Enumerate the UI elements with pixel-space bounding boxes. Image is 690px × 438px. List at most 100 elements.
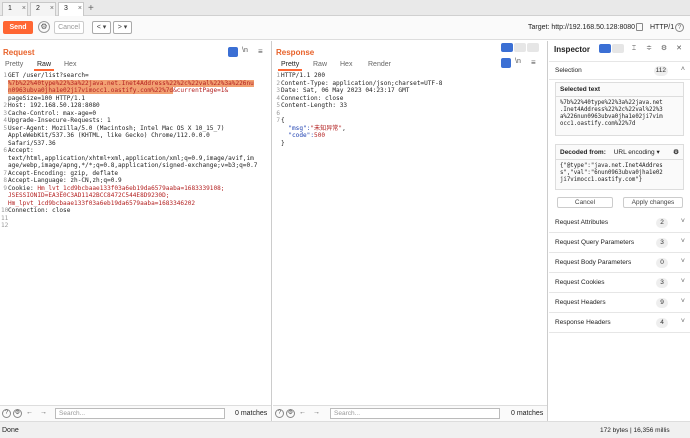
tab-hex[interactable]: Hex <box>61 60 79 71</box>
code-line[interactable]: Content-Type: application/json;charset=U… <box>281 80 442 88</box>
cancel-button[interactable]: Cancel <box>557 197 613 208</box>
target-label[interactable]: Target: http://192.168.50.128:8080 <box>528 24 635 31</box>
code-line[interactable]: age/webp,image/apng,*/*;q=0.8,applicatio… <box>8 162 257 170</box>
selected-text[interactable]: %7b%22%40type%22%3a%22java.net .Inet4Add… <box>556 97 683 131</box>
line-number: 5 <box>276 102 280 109</box>
code-line[interactable]: Connection: close <box>281 95 343 103</box>
close-icon[interactable]: ✕ <box>674 44 684 53</box>
code-line[interactable]: Accept-Language: zh-CN,zh;q=0.9 <box>8 177 122 185</box>
tab-raw[interactable]: Raw <box>34 60 55 71</box>
code-segment: Cache-Control: max-age=0 <box>8 109 97 117</box>
code-segment: Accept-Language: zh-CN,zh;q=0.9 <box>8 177 122 184</box>
code-line[interactable]: User-Agent: Mozilla/5.0 (Macintosh; Inte… <box>8 125 224 133</box>
arrow-left-icon[interactable]: ← <box>26 409 33 416</box>
code-line[interactable]: GET /user/list?search= <box>8 72 89 80</box>
code-line[interactable]: pageSize=100 HTTP/1.1 <box>8 95 85 103</box>
code-line[interactable]: } <box>281 140 285 148</box>
tab-pretty[interactable]: Pretty <box>2 60 26 71</box>
code-line[interactable]: Connection: close <box>8 207 70 215</box>
code-line[interactable]: Host: 192.168.50.128:8080 <box>8 102 100 110</box>
sort-icon[interactable]: ≑ <box>644 44 654 53</box>
chevron-down-icon[interactable]: ˅ <box>681 218 685 225</box>
close-icon[interactable]: × <box>50 5 54 12</box>
selection-row[interactable]: Selection 112 ˄ <box>549 61 690 80</box>
inspector-layout-toggle[interactable] <box>599 44 625 55</box>
code-line[interactable]: Cache-Control: max-age=0 <box>8 110 96 118</box>
inspector-section[interactable]: Request Cookies 3 ˅ <box>549 274 690 293</box>
tab-hex[interactable]: Hex <box>337 60 355 71</box>
inspector-section[interactable]: Request Headers 9 ˅ <box>549 294 690 313</box>
edit-icon[interactable] <box>636 23 643 31</box>
help-icon[interactable]: ? <box>675 23 684 32</box>
chevron-down-icon[interactable]: ˅ <box>681 298 685 305</box>
back-button[interactable]: < ▾ <box>92 21 111 34</box>
arrow-right-icon[interactable]: → <box>313 409 320 416</box>
code-line[interactable]: Hm_lpvt_1cd9bcbaae133f03a6eb19da6579aaba… <box>8 200 195 208</box>
toolbar: Send ⚙ Cancel < ▾ > ▾ Target: http://192… <box>0 16 690 40</box>
chevron-up-icon[interactable]: ˄ <box>681 66 685 73</box>
code-line[interactable]: Accept-Encoding: gzip, deflate <box>8 170 118 178</box>
cancel-button[interactable]: Cancel <box>54 21 84 34</box>
code-line[interactable]: "msg":"未知异常", <box>281 125 345 133</box>
http-version[interactable]: HTTP/1 <box>650 24 674 31</box>
code-line[interactable]: Accept: <box>8 147 34 155</box>
settings-icon[interactable]: ⚙ <box>673 148 679 156</box>
forward-button[interactable]: > ▾ <box>113 21 132 34</box>
send-button[interactable]: Send <box>3 21 33 34</box>
code-line[interactable]: Cookie: Hm_lvt_1cd9bcbaae133f03a6eb19da6… <box>8 185 224 193</box>
tab-3[interactable]: 3 × <box>58 2 84 16</box>
line-number: 4 <box>3 117 7 124</box>
inspector-section[interactable]: Request Attributes 2 ˅ <box>549 214 690 233</box>
newline-toggle[interactable]: \n <box>242 47 248 54</box>
section-label: Request Attributes <box>555 219 609 226</box>
code-line[interactable]: JSESSIONID=EA3E0C3AD1142BCC8472C544E8D92… <box>8 192 169 200</box>
search-input[interactable]: Search... <box>330 408 500 419</box>
close-icon[interactable]: × <box>78 5 82 12</box>
new-tab-button[interactable]: + <box>88 3 94 14</box>
decoded-text[interactable]: {"@type":"java.net.Inet4Addres s","val":… <box>556 160 683 187</box>
inspector-section[interactable]: Request Query Parameters 3 ˅ <box>549 234 690 253</box>
code-line[interactable]: Content-Length: 33 <box>281 102 347 110</box>
layout-toggle[interactable] <box>501 43 540 54</box>
code-segment: Host: 192.168.50.128:8080 <box>8 102 100 109</box>
align-icon[interactable]: ⌶ <box>629 44 639 53</box>
tab-render[interactable]: Render <box>365 60 394 71</box>
apply-changes-button[interactable]: Apply changes <box>623 197 683 208</box>
chevron-down-icon[interactable]: ˅ <box>681 258 685 265</box>
code-line[interactable]: text/html,application/xhtml+xml,applicat… <box>8 155 254 163</box>
decoding-select[interactable]: URL encoding ▾ <box>614 149 660 156</box>
code-line[interactable]: AppleWebKit/537.36 (KHTML, like Gecko) C… <box>8 132 210 140</box>
help-icon[interactable]: ? <box>275 409 284 418</box>
code-line[interactable]: "code":500 <box>281 132 325 140</box>
inspector-section[interactable]: Request Body Parameters 0 ˅ <box>549 254 690 273</box>
code-line[interactable]: Date: Sat, 06 May 2023 04:23:17 GMT <box>281 87 409 95</box>
chevron-down-icon[interactable]: ˅ <box>681 318 685 325</box>
search-input[interactable]: Search... <box>55 408 225 419</box>
wrap-icon[interactable] <box>228 47 238 57</box>
inspector-section[interactable]: Response Headers 4 ˅ <box>549 314 690 333</box>
gear-icon[interactable]: ⚙ <box>286 409 295 418</box>
gear-icon[interactable]: ⚙ <box>659 44 669 53</box>
gear-icon[interactable]: ⚙ <box>38 21 50 33</box>
code-segment: HTTP/1.1 200 <box>281 72 326 79</box>
code-line[interactable]: HTTP/1.1 200 <box>281 72 325 80</box>
code-line[interactable]: Upgrade-Insecure-Requests: 1 <box>8 117 111 125</box>
selected-text-box: Selected text %7b%22%40type%22%3a%22java… <box>555 82 684 136</box>
arrow-right-icon[interactable]: → <box>40 409 47 416</box>
menu-icon[interactable]: ≡ <box>258 47 263 56</box>
arrow-left-icon[interactable]: ← <box>299 409 306 416</box>
code-line[interactable]: n0963ubva0jha1e02ji7vimocc1.oastify.com%… <box>8 87 228 95</box>
tab-2[interactable]: 2 × <box>30 2 56 16</box>
gear-icon[interactable]: ⚙ <box>13 409 22 418</box>
help-icon[interactable]: ? <box>2 409 11 418</box>
line-number: 1 <box>276 72 280 79</box>
tab-pretty[interactable]: Pretty <box>278 60 303 71</box>
code-line[interactable]: %7b%22%40type%22%3a%22java.net.Inet4Addr… <box>8 79 254 88</box>
code-line[interactable]: { <box>281 117 285 125</box>
close-icon[interactable]: × <box>22 5 26 12</box>
chevron-down-icon[interactable]: ˅ <box>681 278 685 285</box>
tab-1[interactable]: 1 × <box>2 2 28 16</box>
chevron-down-icon[interactable]: ˅ <box>681 238 685 245</box>
tab-raw[interactable]: Raw <box>310 60 330 71</box>
code-line[interactable]: Safari/537.36 <box>8 140 56 148</box>
